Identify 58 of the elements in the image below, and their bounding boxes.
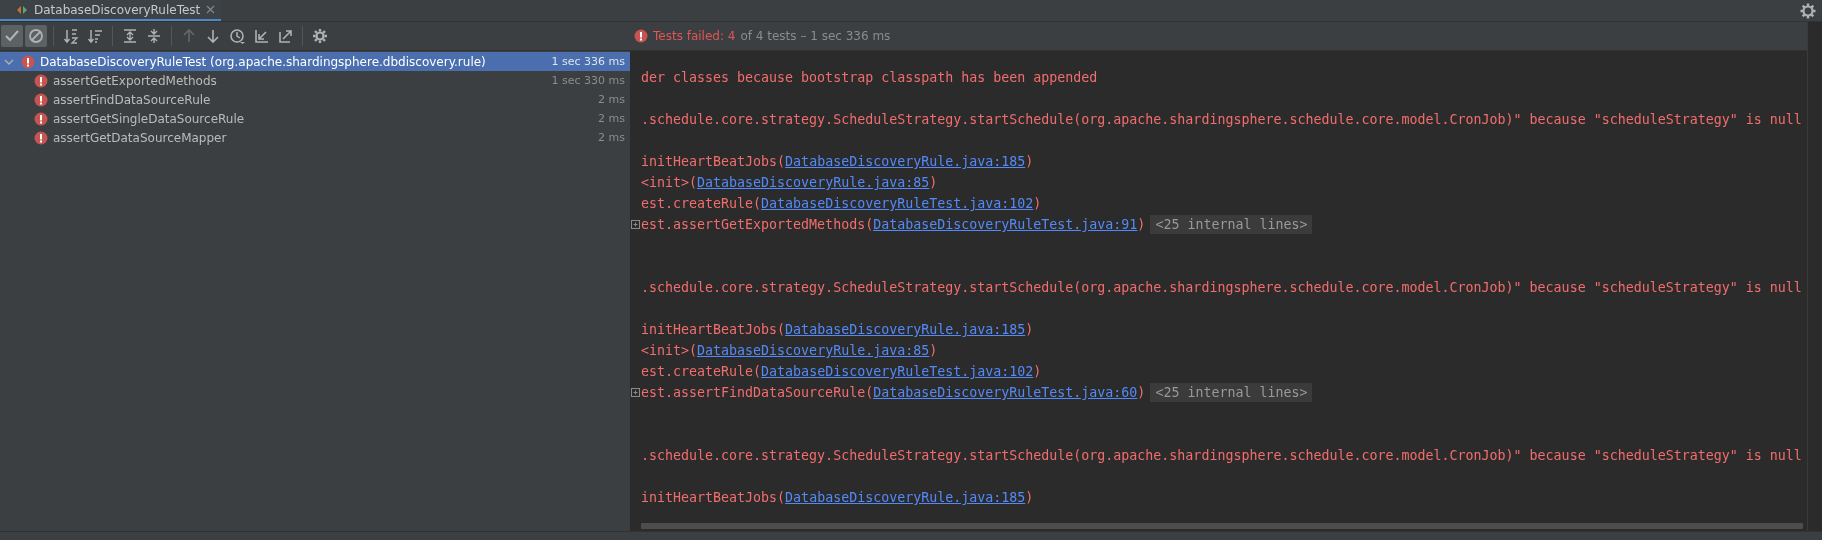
stack-frame-line: est.assertGetExportedMethods(DatabaseDiscoveryRuleTest.java:91)	[630, 217, 1146, 232]
tree-item[interactable]: assertFindDataSourceRule 2 ms	[0, 90, 630, 109]
expand-all-icon	[122, 28, 138, 44]
stack-frame-line: est.createRule(DatabaseDiscoveryRuleTest.java:102)	[640, 364, 1042, 379]
source-link[interactable]: DatabaseDiscoveryRuleTest.java:102	[761, 364, 1034, 379]
tree-item[interactable]: assertGetDataSourceMapper 2 ms	[0, 128, 630, 147]
settings-icon[interactable]	[1800, 2, 1816, 19]
toolbar-button[interactable]	[25, 25, 47, 47]
console-error-line: der classes because bootstrap classpath has been appended	[641, 70, 1098, 85]
console-error-line: .schedule.core.strategy.ScheduleStrategy.startSchedule(org.apache.shardingsphere.schedule.core.model.CronJob)" because "scheduleStrategy" is null	[641, 448, 1802, 463]
internal-lines-label[interactable]: <25 internal lines>	[1150, 383, 1313, 402]
import-arrow-icon	[253, 28, 269, 44]
source-link[interactable]: DatabaseDiscoveryRuleTest.java:60	[873, 385, 1138, 400]
run-tab[interactable]: DatabaseDiscoveryRuleTest	[0, 0, 222, 21]
collapse-all-icon	[146, 28, 162, 44]
tree-item[interactable]: DatabaseDiscoveryRuleTest (org.apache.shardingsphere.dbdiscovery.rule) 1 sec 336 ms	[0, 52, 630, 71]
down-arrow-icon	[205, 28, 221, 44]
error-icon	[634, 29, 648, 43]
tree-item[interactable]: assertGetSingleDataSourceRule 2 ms	[0, 109, 630, 128]
run-icon	[16, 4, 28, 15]
clock-icon	[229, 28, 245, 44]
toolbar-button[interactable]	[1, 25, 23, 47]
stack-frame-line: initHeartBeatJobs(DatabaseDiscoveryRule.java:185)	[640, 154, 1034, 169]
source-link[interactable]: DatabaseDiscoveryRule.java:85	[697, 343, 930, 358]
horizontal-scrollbar[interactable]	[641, 523, 1803, 529]
source-link[interactable]: DatabaseDiscoveryRuleTest.java:91	[873, 217, 1138, 232]
error-icon	[34, 73, 48, 88]
expand-icon[interactable]	[631, 220, 640, 229]
checkmark-icon	[4, 28, 20, 44]
error-icon	[34, 130, 48, 145]
status-summary-text: of 4 tests – 1 sec 336 ms	[740, 29, 891, 43]
console-error-line: .schedule.core.strategy.ScheduleStrategy.startSchedule(org.apache.shardingsphere.schedule.core.model.CronJob)" because "scheduleStrategy" is null	[641, 280, 1802, 295]
stack-frame-line: initHeartBeatJobs(DatabaseDiscoveryRule.java:185)	[640, 490, 1034, 505]
sort-by-duration-icon	[87, 28, 103, 44]
internal-lines-label[interactable]: <25 internal lines>	[1150, 215, 1313, 234]
close-icon[interactable]	[206, 5, 216, 14]
stack-frame-line: est.createRule(DatabaseDiscoveryRuleTest.java:102)	[640, 196, 1042, 211]
stack-frame-line: <init>(DatabaseDiscoveryRule.java:85)	[640, 175, 938, 190]
settings-icon	[312, 28, 328, 44]
stack-frame-line: initHeartBeatJobs(DatabaseDiscoveryRule.java:185)	[640, 322, 1034, 337]
tree-item[interactable]: assertGetExportedMethods 1 sec 330 ms	[0, 71, 630, 90]
error-icon	[21, 54, 35, 69]
console-error-line: .schedule.core.strategy.ScheduleStrategy.startSchedule(org.apache.shardingsphere.schedule.core.model.CronJob)" because "scheduleStrategy" is null	[641, 112, 1802, 127]
sort-alphabetical-icon	[63, 28, 79, 44]
source-link[interactable]: DatabaseDiscoveryRule.java:185	[785, 322, 1026, 337]
error-icon	[34, 92, 48, 107]
stack-frame-line: <init>(DatabaseDiscoveryRule.java:85)	[640, 343, 938, 358]
source-link[interactable]: DatabaseDiscoveryRuleTest.java:102	[761, 196, 1034, 211]
up-arrow-icon	[181, 28, 197, 44]
source-link[interactable]: DatabaseDiscoveryRule.java:185	[785, 154, 1026, 169]
expand-icon[interactable]	[631, 388, 640, 397]
stack-frame-line: est.assertFindDataSourceRule(DatabaseDiscoveryRuleTest.java:60)	[630, 385, 1146, 400]
error-icon	[34, 111, 48, 126]
stop-sign-icon	[28, 28, 44, 44]
export-arrow-icon	[277, 28, 293, 44]
source-link[interactable]: DatabaseDiscoveryRule.java:185	[785, 490, 1026, 505]
source-link[interactable]: DatabaseDiscoveryRule.java:85	[697, 175, 930, 190]
status-failed-text: Tests failed: 4	[653, 29, 736, 43]
